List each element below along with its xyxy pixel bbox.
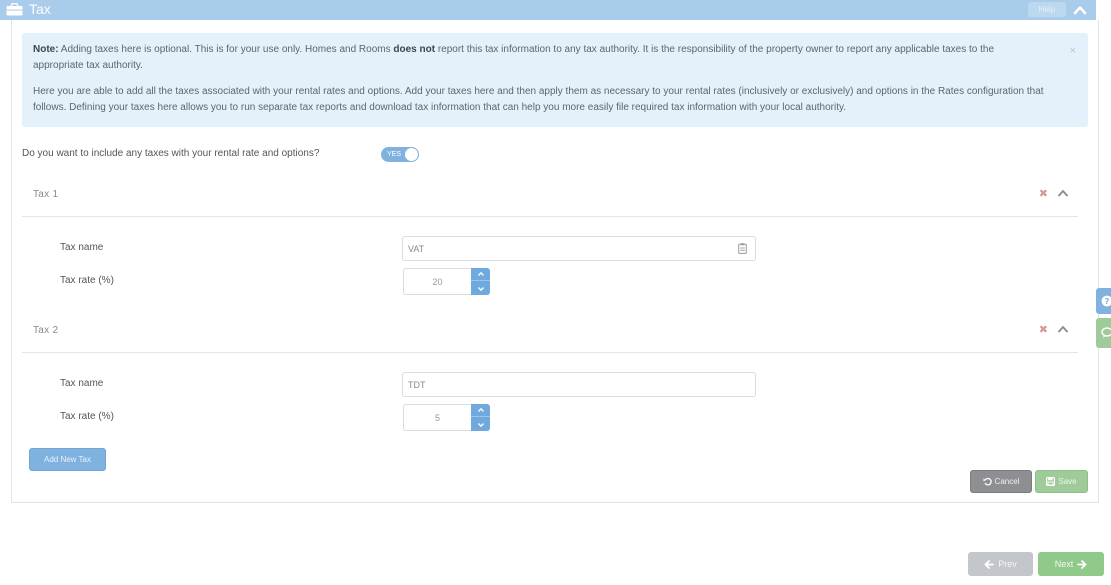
- chevron-up-icon[interactable]: [1057, 188, 1069, 198]
- tax-name-label: Tax name: [60, 242, 104, 253]
- toggle-knob: [404, 147, 419, 162]
- chevron-down-icon: [477, 422, 484, 427]
- arrow-left-icon: [984, 559, 995, 569]
- arrow-right-icon: [1077, 559, 1087, 569]
- collapse-panel-button[interactable]: [1072, 2, 1088, 18]
- prev-label: Prev: [998, 559, 1017, 569]
- alert-note-bold: does not: [393, 44, 436, 55]
- chevron-up-icon[interactable]: [1057, 324, 1069, 334]
- increment-button[interactable]: [471, 404, 490, 417]
- chevron-down-icon: [477, 286, 484, 291]
- tax-section-header: Tax 2 ✖: [22, 317, 1078, 353]
- prev-button[interactable]: Prev: [968, 552, 1033, 576]
- chat-bubble-icon: [1101, 327, 1111, 338]
- tax-section-header: Tax 1 ✖: [22, 181, 1078, 217]
- tax-name-value: TDT: [408, 380, 426, 390]
- chevron-up-icon: [477, 407, 484, 412]
- floppy-disk-icon: [1046, 477, 1056, 486]
- tax-rate-input[interactable]: 5: [403, 404, 471, 431]
- tax-rate-stepper[interactable]: 20: [403, 268, 490, 295]
- tax-section-title: Tax 1: [33, 189, 59, 200]
- info-alert: Note: Adding taxes here is optional. Thi…: [22, 33, 1088, 127]
- svg-text:?: ?: [1105, 297, 1110, 306]
- tax-section-title: Tax 2: [33, 325, 59, 336]
- tax-name-input[interactable]: VAT: [402, 236, 756, 261]
- alert-note-text-1: Adding taxes here is optional. This is f…: [58, 44, 394, 55]
- stepper-buttons: [471, 404, 490, 431]
- tax-section-2: Tax 2 ✖ Tax name TDT Tax rate (%) 5: [22, 317, 1078, 437]
- remove-tax-icon[interactable]: ✖: [1039, 323, 1048, 336]
- tax-name-value: VAT: [408, 244, 425, 254]
- clipboard-icon[interactable]: [738, 243, 747, 254]
- tax-name-input[interactable]: TDT: [402, 372, 756, 397]
- add-new-tax-button[interactable]: Add New Tax: [29, 448, 106, 471]
- side-help-tab[interactable]: ?: [1096, 288, 1111, 314]
- tax-section-1: Tax 1 ✖ Tax name VAT Tax rate (%) 20: [22, 181, 1078, 301]
- tax-rate-stepper[interactable]: 5: [403, 404, 490, 431]
- next-label: Next: [1054, 559, 1074, 569]
- side-chat-tab[interactable]: [1096, 318, 1111, 348]
- increment-button[interactable]: [471, 268, 490, 281]
- cancel-label: Cancel: [994, 477, 1020, 486]
- remove-tax-icon[interactable]: ✖: [1039, 187, 1048, 200]
- tax-name-label: Tax name: [60, 378, 104, 389]
- include-taxes-toggle[interactable]: YES: [381, 147, 419, 162]
- tax-rate-input[interactable]: 20: [403, 268, 471, 295]
- next-button[interactable]: Next: [1038, 552, 1104, 576]
- decrement-button[interactable]: [471, 418, 490, 431]
- include-taxes-question: Do you want to include any taxes with yo…: [22, 148, 320, 159]
- question-circle-icon: ?: [1101, 295, 1111, 307]
- header-title-group: Tax: [6, 1, 51, 17]
- stepper-buttons: [471, 268, 490, 295]
- alert-note-paragraph: Note: Adding taxes here is optional. Thi…: [33, 42, 1044, 74]
- tax-panel-header: Tax Help: [0, 0, 1096, 20]
- tax-rate-label: Tax rate (%): [60, 275, 114, 286]
- toggle-label: YES: [387, 151, 402, 158]
- help-button[interactable]: Help: [1028, 2, 1066, 17]
- alert-description-paragraph: Here you are able to add all the taxes a…: [33, 86, 1044, 113]
- save-button[interactable]: Save: [1035, 470, 1088, 493]
- tax-rate-label: Tax rate (%): [60, 411, 114, 422]
- undo-icon: [982, 477, 992, 486]
- alert-close-button[interactable]: ×: [1070, 43, 1076, 59]
- decrement-button[interactable]: [471, 282, 490, 295]
- tax-page: Tax Help Note: Adding taxes here is opti…: [0, 0, 1111, 585]
- chevron-up-icon: [477, 271, 484, 276]
- cancel-button[interactable]: Cancel: [970, 470, 1032, 493]
- save-label: Save: [1058, 477, 1077, 486]
- briefcase-icon: [6, 2, 23, 16]
- chevron-up-icon: [1073, 6, 1087, 15]
- alert-note-label: Note:: [33, 44, 59, 55]
- page-title: Tax: [29, 1, 51, 17]
